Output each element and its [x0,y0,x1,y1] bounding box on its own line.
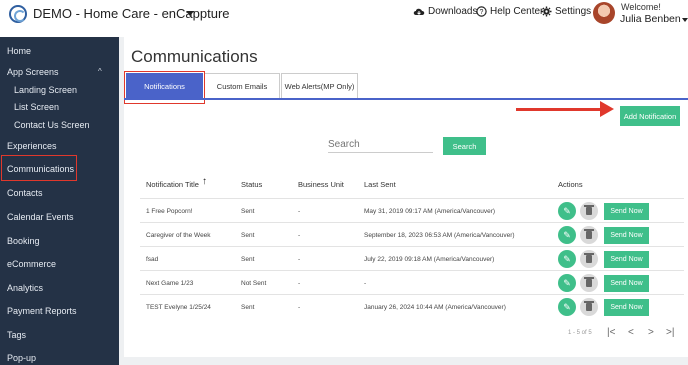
annotation-arrow-shaft [516,108,606,111]
help-center-link[interactable]: ? Help Center [476,6,543,17]
last-page-icon[interactable]: >| [666,327,674,338]
cell-business-unit: - [298,232,301,239]
settings-link[interactable]: Settings [541,6,591,17]
sidebar-item-app-screens[interactable]: App Screens [7,67,59,77]
user-avatar[interactable] [593,2,615,24]
header-notification-title[interactable]: Notification Title [146,180,199,189]
sidebar-item-experiences[interactable]: Experiences [7,141,57,151]
settings-label: Settings [555,6,592,17]
first-page-icon[interactable]: |< [607,327,615,338]
cell-business-unit: - [298,304,301,311]
cell-title: Next Game 1/23 [146,280,194,287]
help-center-label: Help Center [490,6,544,17]
top-bar: DEMO - Home Care - enCappture Downloads … [0,0,688,37]
send-now-button[interactable]: Send Now [604,203,649,220]
sidebar-item-analytics[interactable]: Analytics [7,283,43,293]
table-row: 1 Free Popcorn! Sent - May 31, 2019 09:1… [140,198,684,222]
app-switcher-chevron-icon[interactable] [186,11,194,16]
search-input[interactable] [328,137,433,153]
cloud-download-icon [413,8,425,15]
edit-pencil-icon[interactable]: ✎ [558,298,576,316]
send-now-button[interactable]: Send Now [604,227,649,244]
cell-last-sent: July 22, 2019 09:18 AM (America/Vancouve… [364,256,495,263]
pagination-summary: 1 - 5 of 5 [568,330,592,336]
sidebar-item-booking[interactable]: Booking [7,236,40,246]
svg-text:?: ? [480,9,484,16]
sidebar-item-pop-up[interactable]: Pop-up [7,353,36,363]
cell-status: Not Sent [241,280,267,287]
delete-trash-icon[interactable] [580,274,598,292]
cell-status: Sent [241,208,255,215]
tab-custom-emails[interactable]: Custom Emails [204,73,280,99]
delete-trash-icon[interactable] [580,298,598,316]
delete-trash-icon[interactable] [580,226,598,244]
header-actions: Actions [558,180,583,189]
edit-pencil-icon[interactable]: ✎ [558,274,576,292]
header-last-sent: Last Sent [364,180,396,189]
downloads-link[interactable]: Downloads [413,6,477,17]
cell-last-sent: - [364,280,367,287]
edit-pencil-icon[interactable]: ✎ [558,250,576,268]
app-title[interactable]: DEMO - Home Care - enCappture [33,6,230,21]
send-now-button[interactable]: Send Now [604,275,649,292]
cell-status: Sent [241,304,255,311]
sidebar-item-communications[interactable]: Communications [7,164,74,174]
cell-status: Sent [241,232,255,239]
table-row: Next Game 1/23 Not Sent - - ✎ Send Now [140,270,684,294]
help-circle-icon: ? [476,6,487,17]
tab-underline [124,98,688,100]
cell-business-unit: - [298,256,301,263]
page-title: Communications [131,47,258,66]
table-row: Caregiver of the Week Sent - September 1… [140,222,684,246]
cell-business-unit: - [298,208,301,215]
chevron-up-icon[interactable]: ^ [98,67,102,76]
cell-title: 1 Free Popcorn! [146,208,193,215]
next-page-icon[interactable]: > [648,327,654,338]
sort-arrow-up-icon[interactable]: ↑ [202,176,207,187]
cell-last-sent: May 31, 2019 09:17 AM (America/Vancouver… [364,208,496,215]
search-button[interactable]: Search [443,137,486,155]
sidebar-item-contact-us-screen[interactable]: Contact Us Screen [14,120,90,130]
sidebar-item-calendar-events[interactable]: Calendar Events [7,212,74,222]
previous-page-icon[interactable]: < [628,327,634,338]
user-name[interactable]: Julia Benben [620,13,681,25]
sidebar-item-contacts[interactable]: Contacts [7,188,43,198]
edit-pencil-icon[interactable]: ✎ [558,202,576,220]
cell-last-sent: January 26, 2024 10:44 AM (America/Vanco… [364,304,506,311]
table-row: TEST Evelyne 1/25/24 Sent - January 26, … [140,294,684,318]
user-menu-chevron-icon[interactable] [682,18,688,22]
table-row: fsad Sent - July 22, 2019 09:18 AM (Amer… [140,246,684,270]
welcome-text: Welcome! [621,2,661,12]
cell-title: TEST Evelyne 1/25/24 [146,304,211,311]
cell-last-sent: September 18, 2023 06:53 AM (America/Van… [364,232,515,239]
add-notification-button[interactable]: Add Notification [620,106,680,126]
cell-business-unit: - [298,280,301,287]
sidebar-item-ecommerce[interactable]: eCommerce [7,259,56,269]
sidebar-item-home[interactable]: Home [7,46,31,56]
downloads-label: Downloads [428,6,478,17]
app-logo-icon [9,5,27,23]
cell-status: Sent [241,256,255,263]
sidebar-item-list-screen[interactable]: List Screen [14,102,59,112]
cell-title: Caregiver of the Week [146,232,211,239]
header-status: Status [241,180,263,189]
delete-trash-icon[interactable] [580,250,598,268]
sidebar-item-landing-screen[interactable]: Landing Screen [14,85,77,95]
send-now-button[interactable]: Send Now [604,299,649,316]
sidebar-item-payment-reports[interactable]: Payment Reports [7,306,77,316]
send-now-button[interactable]: Send Now [604,251,649,268]
sidebar-item-tags[interactable]: Tags [7,330,26,340]
delete-trash-icon[interactable] [580,202,598,220]
annotation-arrow-head-icon [600,101,614,117]
edit-pencil-icon[interactable]: ✎ [558,226,576,244]
tab-web-alerts[interactable]: Web Alerts(MP Only) [281,73,358,99]
header-business-unit: Business Unit [298,180,344,189]
gear-icon [541,6,552,17]
cell-title: fsad [146,256,159,263]
